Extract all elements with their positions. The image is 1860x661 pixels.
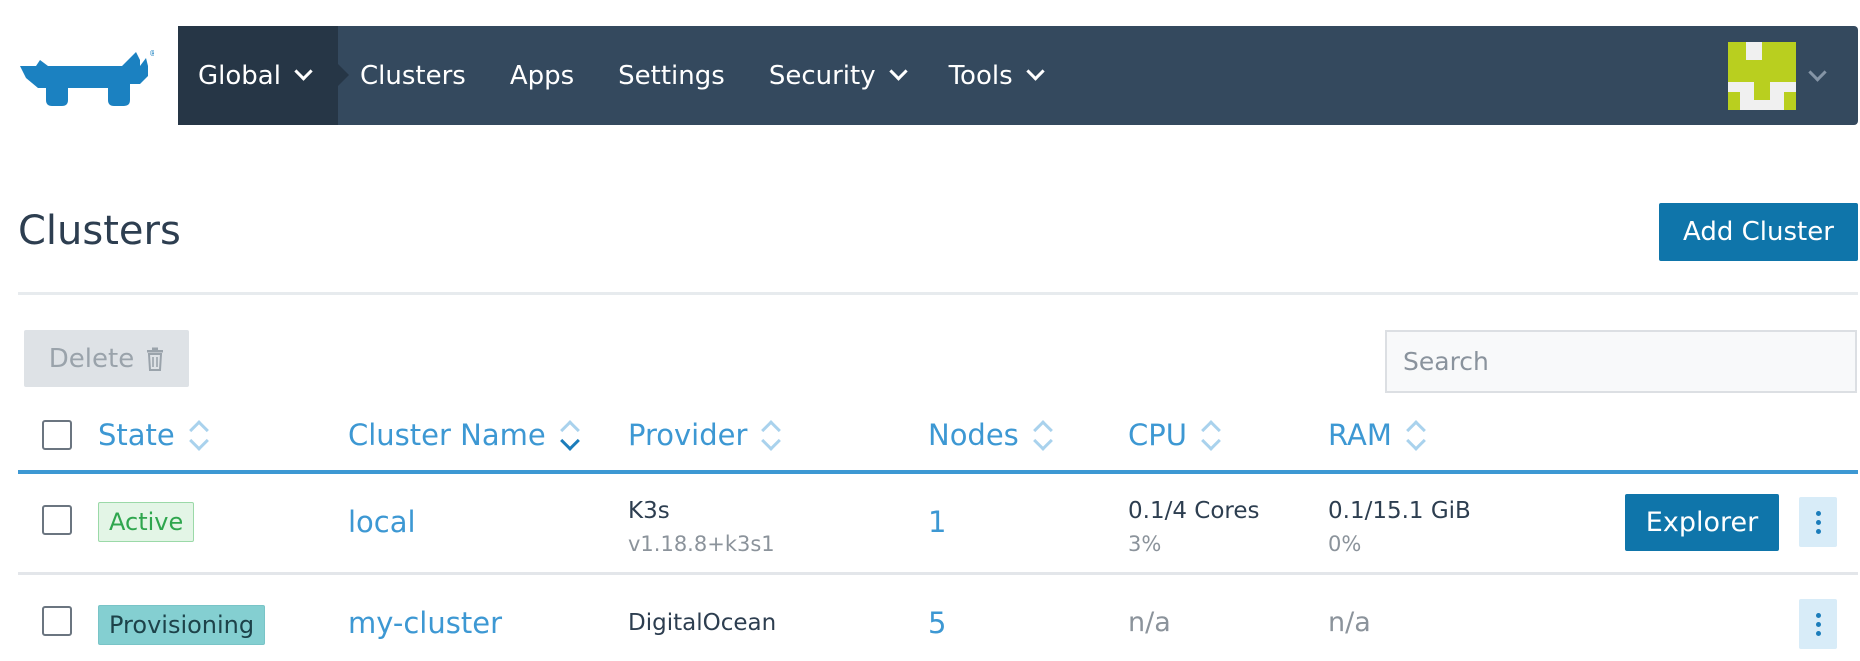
column-header-state-label: State [98,418,175,452]
rancher-logo[interactable]: ® [18,44,154,108]
sort-icon [189,418,207,452]
top-navigation: Global Clusters Apps Settings Security T… [178,26,1858,125]
row-actions-kebab-icon[interactable] [1799,599,1837,649]
nav-item-settings[interactable]: Settings [618,61,725,91]
nav-global-dropdown[interactable]: Global [178,26,349,125]
page-title: Clusters [18,208,181,254]
row-actions-kebab-icon[interactable] [1799,497,1837,547]
column-header-state[interactable]: State [98,418,207,452]
trash-icon [147,347,164,371]
nav-item-apps-label: Apps [509,60,575,91]
user-avatar[interactable] [1728,42,1796,110]
status-badge: Active [98,502,195,542]
provider-name: K3s [628,498,670,524]
nav-global-label: Global [198,60,281,91]
chevron-down-icon [1025,62,1045,81]
row-divider [18,572,1858,575]
nav-item-security-label: Security [768,60,876,91]
nav-item-apps[interactable]: Apps [510,61,574,91]
nodes-count-link[interactable]: 5 [928,606,946,640]
provider-version: v1.18.8+k3s1 [628,532,775,556]
sort-icon [1201,418,1219,452]
delete-button[interactable]: Delete [24,330,189,387]
cpu-percent: 3% [1128,532,1162,556]
column-header-provider-label: Provider [628,418,748,452]
chevron-down-icon [294,62,313,81]
cpu-usage: 0.1/4 Cores [1128,498,1260,524]
nav-item-clusters[interactable]: Clusters [360,61,466,91]
nodes-count-link[interactable]: 1 [928,505,946,539]
cpu-usage: n/a [1128,607,1171,638]
column-header-cpu[interactable]: CPU [1128,418,1219,452]
cluster-name-link[interactable]: local [348,505,416,539]
nav-item-clusters-label: Clusters [360,60,466,91]
ram-percent: 0% [1328,532,1362,556]
status-badge: Provisioning [98,605,266,645]
ram-usage: 0.1/15.1 GiB [1328,498,1471,524]
nav-item-tools[interactable]: Tools [948,60,1045,91]
table-header-line [18,470,1858,474]
ram-usage: n/a [1328,607,1371,638]
nav-item-tools-label: Tools [948,60,1013,91]
nav-item-security[interactable]: Security [768,60,908,91]
sort-descending-icon [560,418,578,452]
user-menu-chevron-icon[interactable] [1808,63,1827,82]
column-header-cpu-label: CPU [1128,418,1187,452]
sort-icon [1406,418,1424,452]
row-checkbox[interactable] [42,606,72,636]
column-header-cluster-name[interactable]: Cluster Name [348,418,578,452]
delete-button-label: Delete [48,343,135,374]
column-header-provider[interactable]: Provider [628,418,779,452]
row-checkbox[interactable] [42,505,72,535]
nav-item-settings-label: Settings [618,60,725,91]
column-header-nodes-label: Nodes [928,418,1019,452]
provider-name: DigitalOcean [628,610,777,636]
search-input[interactable] [1385,330,1857,393]
svg-text:®: ® [149,49,154,58]
header-divider [18,292,1858,295]
select-all-checkbox[interactable] [42,420,72,450]
sort-icon [1033,418,1051,452]
explorer-button[interactable]: Explorer [1625,494,1779,551]
chevron-down-icon [888,62,908,81]
cluster-name-link[interactable]: my-cluster [348,606,502,640]
add-cluster-button[interactable]: Add Cluster [1659,203,1858,261]
column-header-cluster-name-label: Cluster Name [348,418,546,452]
column-header-nodes[interactable]: Nodes [928,418,1051,452]
column-header-ram-label: RAM [1328,418,1392,452]
rancher-logo-body [20,52,148,106]
column-header-ram[interactable]: RAM [1328,418,1424,452]
sort-icon [761,418,779,452]
